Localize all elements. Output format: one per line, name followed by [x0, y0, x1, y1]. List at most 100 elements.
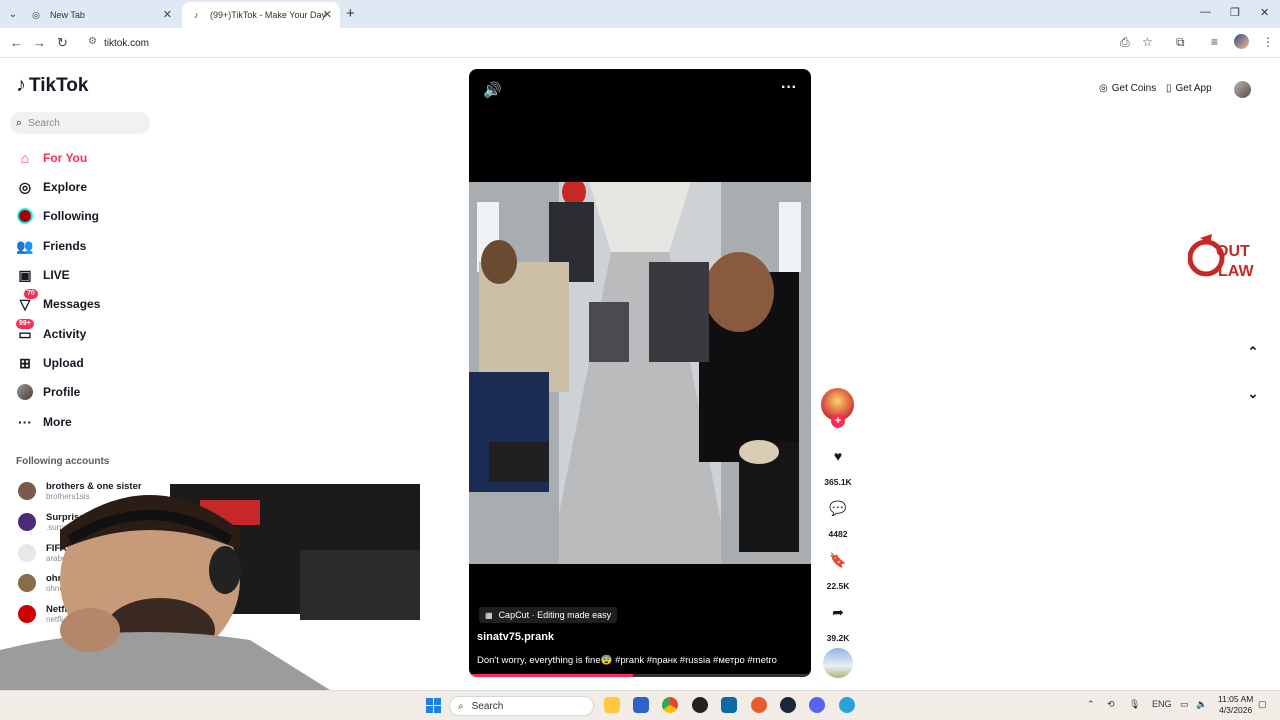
reading-list-icon[interactable]: ≡: [1211, 35, 1218, 49]
browser-tab-strip: ⌄ ◎ New Tab ✕ ♪ (99+)TikTok - Make Your …: [0, 0, 1280, 28]
search-icon: ⌕: [458, 700, 464, 712]
logo-text: TikTok: [29, 74, 89, 96]
user-avatar[interactable]: [1234, 81, 1251, 98]
sidebar-item-label: Profile: [43, 385, 81, 399]
install-app-icon[interactable]: ⎙: [1120, 35, 1130, 50]
app-icon[interactable]: [751, 697, 767, 713]
sidebar-item-label: LIVE: [43, 268, 70, 282]
sidebar-item-live[interactable]: ▣ LIVE: [16, 265, 70, 285]
tab-new-tab[interactable]: ◎ New Tab ✕: [22, 2, 180, 28]
sidebar-item-label: Upload: [43, 356, 84, 370]
more-options-icon[interactable]: ···: [781, 79, 797, 97]
tiktok-logo[interactable]: ♪ TikTok: [16, 74, 88, 97]
capcut-label[interactable]: ▦ CapCut · Editing made easy: [479, 607, 618, 623]
minimize-icon[interactable]: —: [1200, 6, 1211, 18]
extensions-icon[interactable]: ⧉: [1176, 35, 1185, 50]
heart-icon: ♥: [833, 448, 843, 464]
share-button[interactable]: ➦ 39.2K: [823, 597, 853, 644]
clock-time: 11:05 AM: [1218, 694, 1254, 704]
sidebar-item-messages[interactable]: ▽ 70 Messages: [16, 289, 101, 314]
new-tab-button[interactable]: +: [346, 5, 355, 22]
browser-menu-icon[interactable]: ⋮: [1262, 35, 1274, 49]
video-player[interactable]: 🔊 ··· ▦ CapCut · Editing made easy sinat…: [469, 69, 811, 677]
volume-icon[interactable]: 🔈: [1196, 699, 1207, 710]
taskbar-search[interactable]: ⌕ Search: [449, 696, 594, 716]
back-icon[interactable]: ←: [10, 35, 23, 50]
tiktok-note-icon: ♪: [16, 74, 26, 96]
store-icon[interactable]: [633, 697, 649, 713]
sidebar-item-label: Explore: [43, 180, 88, 194]
language-indicator[interactable]: ENG: [1152, 699, 1172, 709]
windows-start-icon[interactable]: [426, 698, 441, 713]
search-input[interactable]: ⌕ Search: [10, 112, 150, 134]
discord-icon[interactable]: [809, 697, 825, 713]
video-progress-bar[interactable]: [469, 674, 811, 677]
follow-plus-icon[interactable]: +: [831, 414, 845, 428]
sidebar-item-friends[interactable]: 👥 Friends: [16, 236, 86, 256]
sidebar-item-following[interactable]: Following: [16, 206, 99, 226]
sidebar-item-activity[interactable]: ▭ 99+ Activity: [16, 319, 86, 344]
browser-profile-avatar[interactable]: [1234, 34, 1249, 49]
like-button[interactable]: ♥ 365.1K: [823, 441, 853, 487]
url-field[interactable]: ⚙ tiktok.com: [82, 32, 1108, 54]
sidebar-item-label: Messages: [43, 297, 101, 311]
comment-count: 4482: [828, 529, 848, 539]
coin-icon: ◎: [1099, 83, 1108, 94]
app-icon[interactable]: [721, 697, 737, 713]
video-frame-metro: [469, 182, 811, 564]
video-author[interactable]: sinatv75.prank: [477, 631, 554, 643]
music-disc-avatar[interactable]: [823, 648, 853, 678]
webcam-overlay: [0, 484, 420, 690]
site-info-icon[interactable]: ⚙: [88, 36, 97, 47]
get-coins-button[interactable]: ◎ Get Coins: [1099, 83, 1156, 94]
sidebar-item-for-you[interactable]: ⌂ For You: [16, 148, 87, 168]
tray-app-icon[interactable]: ⟲: [1107, 699, 1115, 710]
save-count: 22.5K: [826, 581, 850, 591]
comment-button[interactable]: 💬 4482: [823, 493, 853, 540]
close-tab-icon[interactable]: ✕: [323, 8, 332, 21]
streamer-hoodie: [0, 632, 330, 690]
sidebar-item-explore[interactable]: ◎ Explore: [16, 177, 87, 197]
live-icon: ▣: [18, 266, 32, 283]
globe-icon: ◎: [32, 9, 40, 20]
headphone-cup: [209, 546, 241, 594]
tab-title: (99+)TikTok - Make Your Day: [210, 10, 326, 20]
sidebar-item-label: Friends: [43, 239, 87, 253]
obs-icon[interactable]: [692, 697, 708, 713]
steam-icon[interactable]: [780, 697, 796, 713]
sidebar-item-upload[interactable]: ⊞ Upload: [16, 353, 84, 373]
reload-icon[interactable]: ↻: [57, 35, 68, 51]
taskbar-clock[interactable]: 11:05 AM 4/3/2026: [1218, 694, 1253, 716]
close-tab-icon[interactable]: ✕: [163, 8, 172, 21]
previous-video-chevron-up-icon[interactable]: ⌃: [1240, 339, 1266, 365]
tab-search-icon[interactable]: ⌄: [4, 5, 22, 23]
get-app-label: Get App: [1175, 83, 1212, 94]
next-video-chevron-down-icon[interactable]: ⌄: [1240, 381, 1266, 407]
app-icon[interactable]: [839, 697, 855, 713]
share-icon: ➦: [832, 603, 844, 620]
sidebar-item-label: Following: [43, 209, 99, 223]
microphone-icon[interactable]: 🎙: [1129, 699, 1140, 710]
forward-icon[interactable]: →: [33, 35, 46, 50]
tray-chevron-up-icon[interactable]: ⌃: [1087, 699, 1095, 710]
sidebar-item-profile[interactable]: Profile: [16, 382, 80, 402]
notifications-icon[interactable]: ▢: [1258, 699, 1267, 710]
file-explorer-icon[interactable]: [604, 697, 620, 713]
search-placeholder: Search: [28, 117, 60, 129]
capcut-icon: ▦: [485, 610, 493, 620]
sidebar-item-more[interactable]: ··· More: [16, 412, 72, 432]
close-window-icon[interactable]: ✕: [1260, 6, 1269, 19]
save-button[interactable]: 🔖 22.5K: [823, 545, 853, 592]
friends-icon: 👥: [16, 237, 34, 254]
chrome-icon[interactable]: [662, 697, 678, 713]
tab-tiktok[interactable]: ♪ (99+)TikTok - Make Your Day ✕: [182, 2, 340, 28]
svg-text:LAW: LAW: [1218, 263, 1254, 280]
like-count: 365.1K: [824, 477, 852, 487]
network-icon[interactable]: ▭: [1180, 699, 1189, 710]
bookmark-star-icon[interactable]: ☆: [1142, 35, 1153, 49]
restore-icon[interactable]: ❐: [1230, 6, 1240, 19]
tiktok-favicon-icon: ♪: [193, 10, 199, 20]
activity-icon: ▭ 99+: [16, 319, 34, 343]
volume-icon[interactable]: 🔊: [483, 81, 502, 99]
get-app-button[interactable]: ▯ Get App: [1166, 83, 1212, 94]
